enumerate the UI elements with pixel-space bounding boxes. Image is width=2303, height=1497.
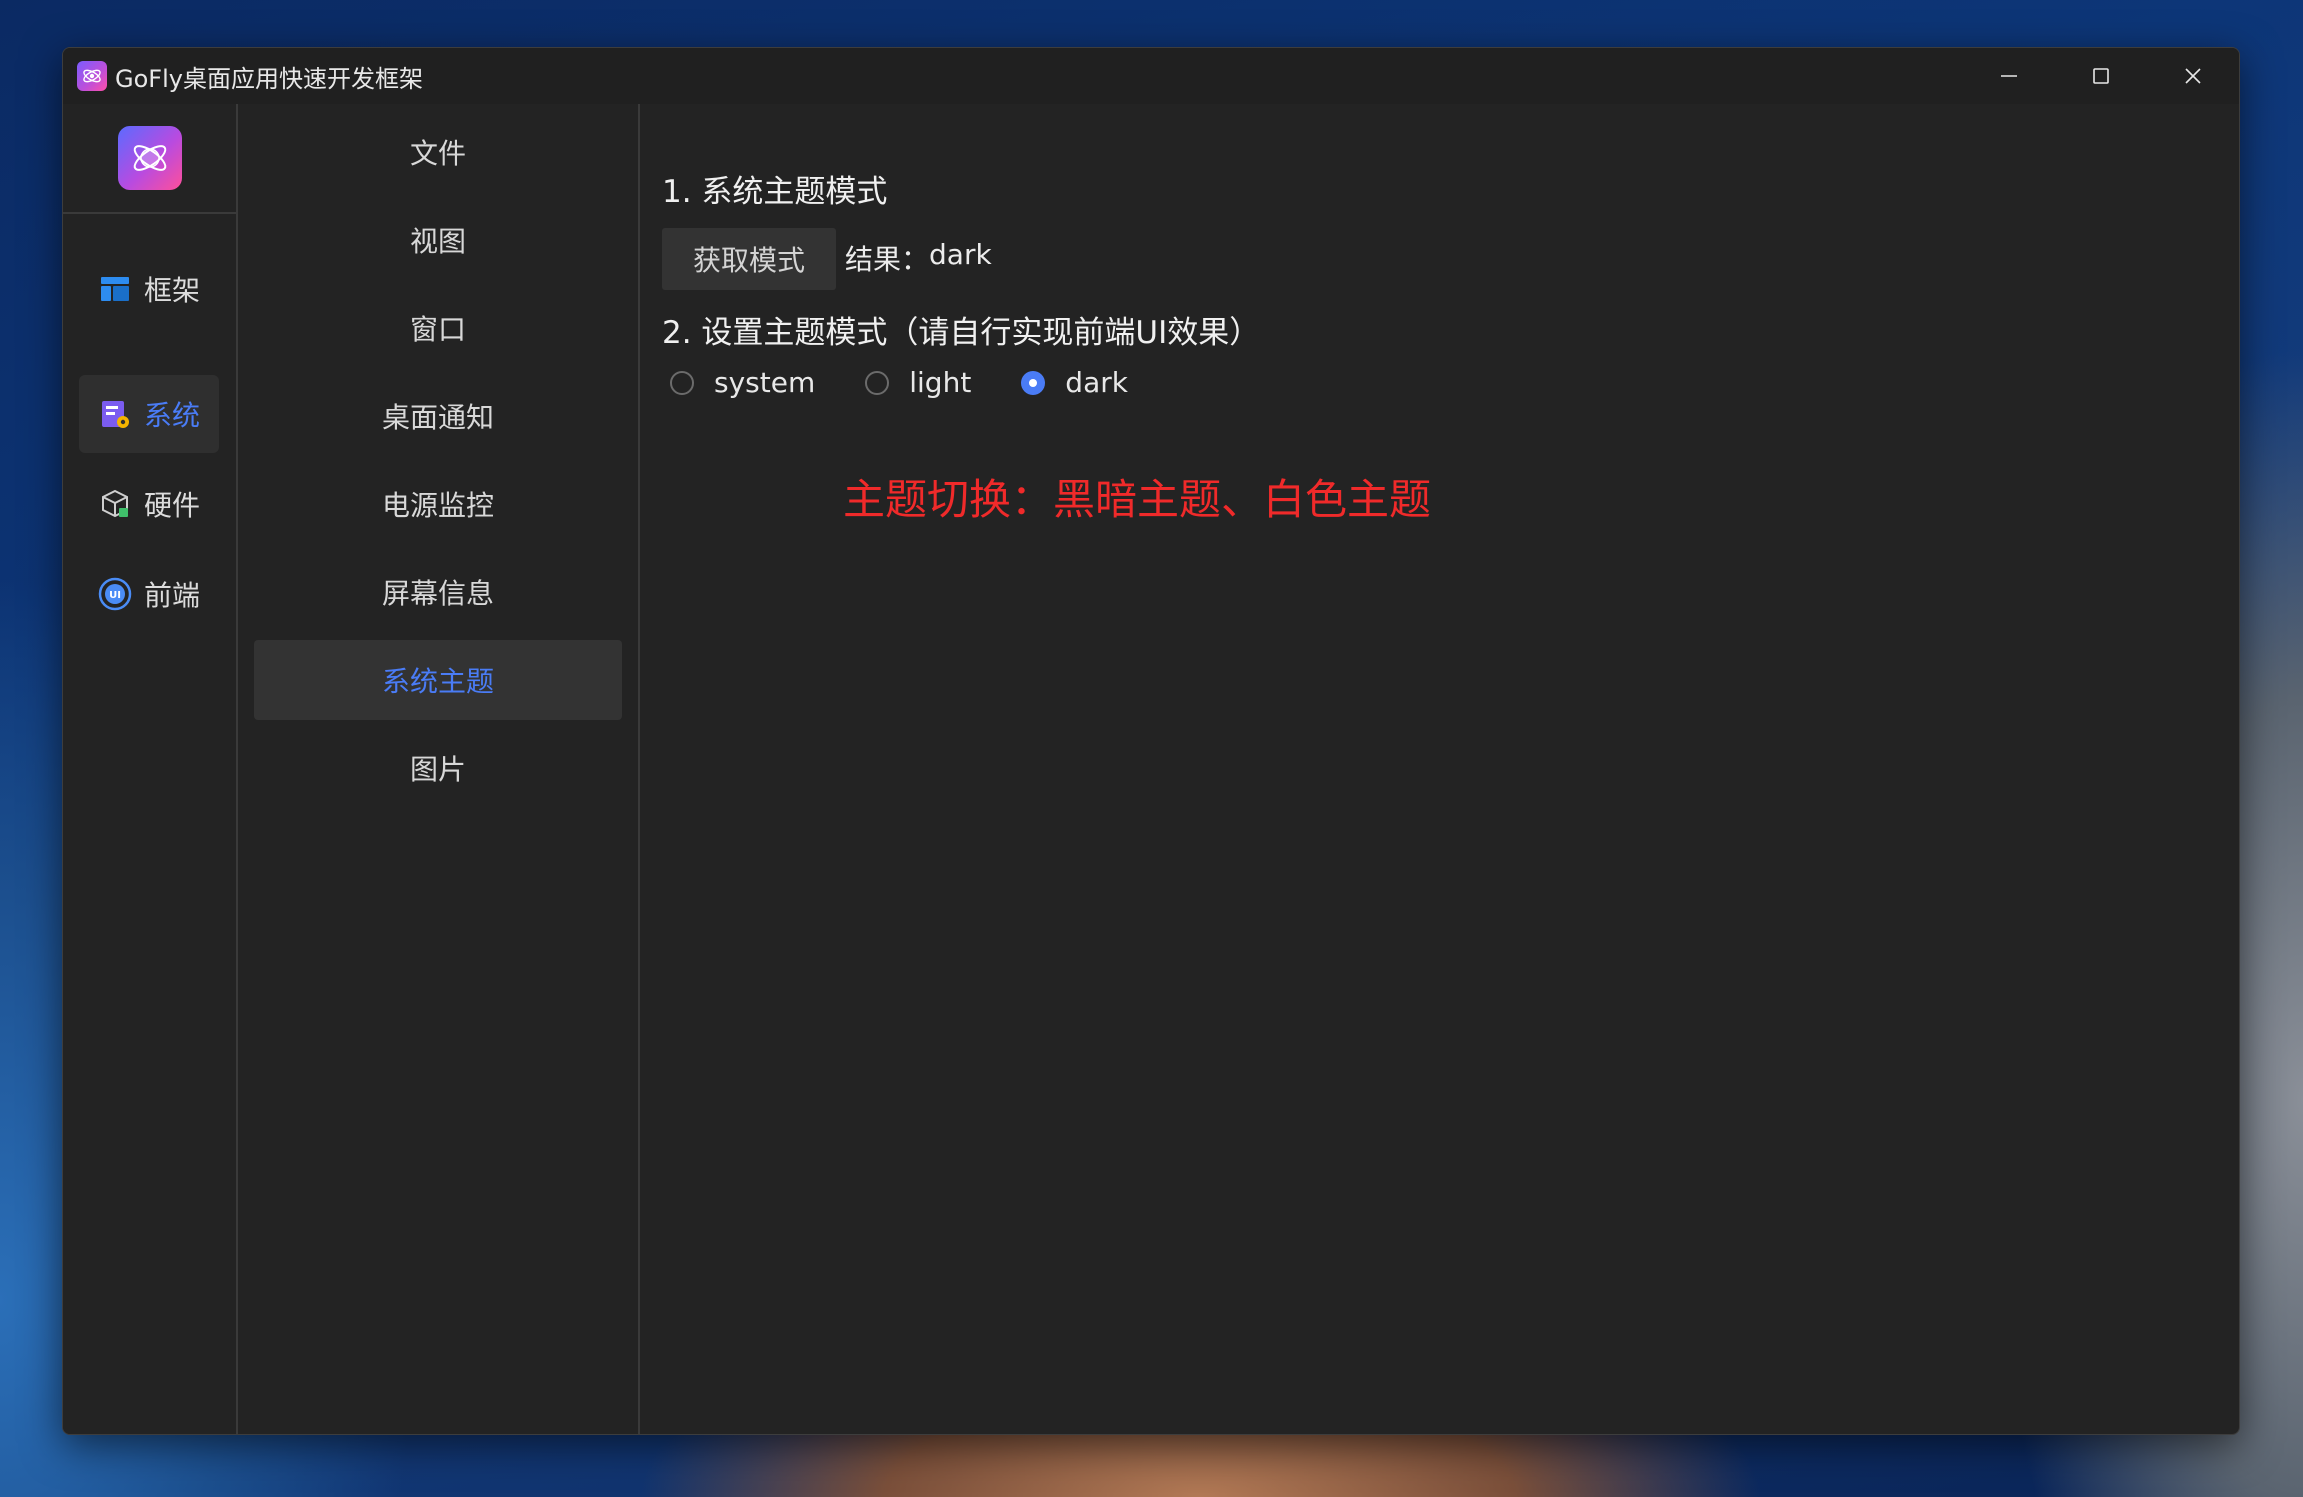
window-controls xyxy=(1963,48,2239,104)
radio-circle[interactable] xyxy=(865,370,890,395)
radio-circle[interactable] xyxy=(670,370,694,395)
minimize-button[interactable] xyxy=(1963,48,2055,104)
result-display: 结果： dark xyxy=(845,238,992,278)
result-value: dark xyxy=(929,238,992,271)
system-settings-icon xyxy=(98,397,132,431)
radio-circle[interactable] xyxy=(1021,370,1046,395)
maximize-button[interactable] xyxy=(2055,48,2147,104)
sub-menu: 文件 视图 窗口 桌面通知 电源监控 屏幕信息 系统主题 图片 xyxy=(238,104,640,1434)
section-title-set-theme: 2. 设置主题模式（请自行实现前端UI效果） xyxy=(662,315,1261,351)
get-mode-button[interactable]: 获取模式 xyxy=(662,228,836,290)
app-logo-icon xyxy=(77,61,107,91)
svg-text:UI: UI xyxy=(109,590,121,601)
rail-item-label: 框架 xyxy=(143,274,200,307)
rail-item-system[interactable]: 系统 xyxy=(79,375,219,453)
rail-item-label: 硬件 xyxy=(143,489,200,522)
rail-item-label: 前端 xyxy=(143,579,200,612)
rail-item-framework[interactable]: 框架 xyxy=(79,250,219,328)
result-label: 结果： xyxy=(845,243,930,276)
main-content: 1. 系统主题模式 获取模式 结果： dark 2. 设置主题模式（请自行实现前… xyxy=(640,104,2239,1434)
hardware-box-icon xyxy=(98,487,132,521)
menu-item-images[interactable]: 图片 xyxy=(254,728,622,808)
gofly-logo-icon[interactable] xyxy=(117,126,182,190)
window-title: GoFly桌面应用快速开发框架 xyxy=(115,64,423,93)
icon-rail: 框架 系统 硬件 UI 前端 xyxy=(63,104,238,1434)
rail-item-hardware[interactable]: 硬件 xyxy=(79,465,219,543)
menu-item-system-theme[interactable]: 系统主题 xyxy=(254,640,622,720)
menu-item-screen-info[interactable]: 屏幕信息 xyxy=(254,552,622,632)
rail-logo-area xyxy=(63,104,236,214)
radio-light[interactable]: light xyxy=(865,366,971,399)
rail-item-label: 系统 xyxy=(143,399,200,432)
menu-item-view[interactable]: 视图 xyxy=(254,200,622,280)
radio-label: system xyxy=(714,366,816,399)
maximize-icon xyxy=(2093,68,2109,84)
layout-icon xyxy=(98,272,132,306)
section-title-theme-mode: 1. 系统主题模式 xyxy=(662,174,888,210)
rail-item-frontend[interactable]: UI 前端 xyxy=(79,555,219,633)
menu-item-window[interactable]: 窗口 xyxy=(254,288,622,368)
theme-switch-annotation: 主题切换：黑暗主题、白色主题 xyxy=(843,475,1432,524)
radio-system[interactable]: system xyxy=(670,366,815,399)
menu-item-desktop-notification[interactable]: 桌面通知 xyxy=(254,376,622,456)
close-button[interactable] xyxy=(2147,48,2239,104)
close-icon xyxy=(2185,68,2201,84)
radio-label: dark xyxy=(1065,366,1128,399)
menu-item-file[interactable]: 文件 xyxy=(254,112,622,192)
radio-label: light xyxy=(909,366,972,399)
minimize-icon xyxy=(2001,75,2017,77)
theme-radio-group: system light dark xyxy=(670,366,1178,399)
ui-badge-icon: UI xyxy=(98,577,132,611)
menu-item-power-monitor[interactable]: 电源监控 xyxy=(254,464,622,544)
app-window: GoFly桌面应用快速开发框架 框架 系统 硬件 UI 前端 文件 视图 窗口 … xyxy=(62,47,2240,1435)
radio-dark[interactable]: dark xyxy=(1021,366,1128,399)
title-bar[interactable]: GoFly桌面应用快速开发框架 xyxy=(63,48,2239,104)
